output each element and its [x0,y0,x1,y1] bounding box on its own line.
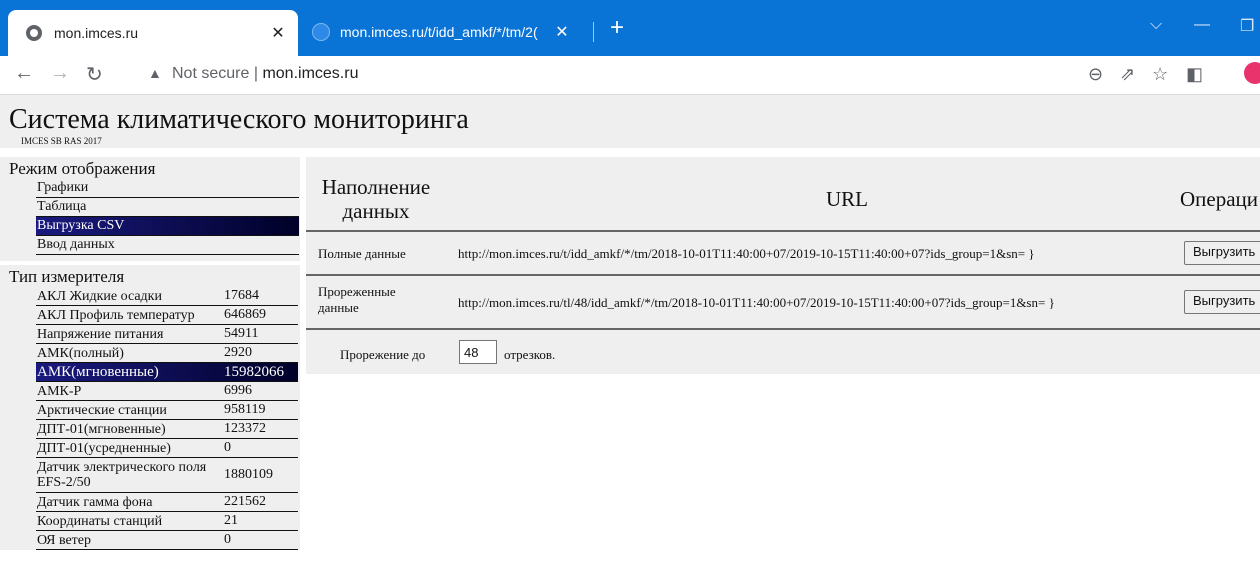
meter-name: Координаты станций [37,513,163,529]
row-url[interactable]: http://mon.imces.ru/tl/48/idd_amkf/*/tm/… [458,295,1055,311]
tab-separator [593,22,594,42]
chevron-down-icon[interactable]: ⌵ [1150,16,1162,34]
tab-title: mon.imces.ru/t/idd_amkf/*/tm/2( [340,24,538,40]
display-mode-block: Режим отображения Графики Таблица Выгруз… [0,157,300,261]
mode-item-table[interactable]: Таблица [36,198,299,217]
forward-icon[interactable]: → [50,62,70,85]
list-item-selected[interactable]: АМК(мгновенные) 15982066 [36,363,298,382]
export-thinned-button[interactable]: Выгрузить [1184,290,1260,314]
meter-name: Арктические станции [37,402,167,418]
list-item[interactable]: Датчик электрического поля EFS-2/50 18801… [36,458,298,493]
table-row: Полные данные http://mon.imces.ru/t/idd_… [306,232,1260,276]
mode-item-charts[interactable]: Графики [36,179,299,198]
meter-count: 21 [224,513,238,528]
table-header: Наполнение данных URL Операци [306,157,1260,232]
tab-active[interactable]: mon.imces.ru ✕ [8,10,298,56]
meter-count: 15982066 [224,363,284,380]
star-icon[interactable]: ☆ [1152,64,1168,85]
list-item[interactable]: Датчик гамма фона 221562 [36,493,298,512]
zoom-icon[interactable]: ⊖ [1088,64,1103,85]
list-item[interactable]: Арктические станции 958119 [36,401,298,420]
meter-name: ДПТ-01(мгновенные) [37,421,166,437]
meter-count: 646869 [224,307,266,322]
list-item[interactable]: АКЛ Жидкие осадки 17684 [36,287,298,306]
meter-type-list: АКЛ Жидкие осадки 17684 АКЛ Профиль темпе… [0,287,300,550]
meter-name: Датчик гамма фона [37,494,153,510]
meter-count: 0 [224,440,231,455]
list-item[interactable]: Координаты станций 21 [36,512,298,531]
table-row: Прореженные данные http://mon.imces.ru/t… [306,276,1260,330]
meter-count: 54911 [224,326,259,341]
export-table: Наполнение данных URL Операци Полные дан… [306,157,1260,374]
meter-type-block: Тип измерителя АКЛ Жидкие осадки 17684 АК… [0,265,300,550]
address-bar: ← → ↻ ▲ Not secure | mon.imces.ru ⊖ ⇗ ☆ … [0,56,1260,95]
thinning-suffix: отрезков. [504,347,556,362]
meter-name: Напряжение питания [37,326,164,342]
minimize-icon[interactable]: — [1194,16,1210,34]
meter-count: 123372 [224,421,266,436]
list-item[interactable]: АКЛ Профиль температур 646869 [36,306,298,325]
avatar[interactable] [1244,62,1260,84]
meter-name: АКЛ Профиль температур [37,307,195,323]
meter-name: Датчик электрического поля EFS-2/50 [37,460,207,490]
security-label: Not secure [172,65,250,82]
close-icon[interactable]: ✕ [550,22,574,42]
meter-count: 6996 [224,383,252,398]
tab-title: mon.imces.ru [54,25,139,41]
meter-name: АМК(мгновенные) [37,363,159,380]
share-icon[interactable]: ⇗ [1120,64,1135,85]
meter-name: АМК(полный) [37,345,124,361]
column-header-operations: Операци [1180,187,1259,211]
meter-count: 958119 [224,402,266,417]
tab-inactive[interactable]: mon.imces.ru/t/idd_amkf/*/tm/2( ✕ [312,18,582,46]
column-header-fill: Наполнение данных [321,175,431,223]
meter-count: 2920 [224,345,252,360]
thinning-input[interactable]: 48 [459,340,497,364]
new-tab-icon[interactable]: + [610,16,624,40]
url-host: mon.imces.ru [262,65,359,82]
thinning-row: Прорежение до 48 отрезков. [306,330,1260,374]
meter-name: АКЛ Жидкие осадки [37,288,162,304]
url-field[interactable]: Not secure | mon.imces.ru [172,65,358,83]
row-url[interactable]: http://mon.imces.ru/t/idd_amkf/*/tm/2018… [458,246,1035,262]
list-item[interactable]: ОЯ ветер 0 [36,531,298,550]
export-full-button[interactable]: Выгрузить [1184,241,1260,265]
mode-item-csv-export[interactable]: Выгрузка CSV [36,217,299,236]
page-subtitle: IMCES SB RAS 2017 [21,136,102,146]
back-icon[interactable]: ← [14,62,34,85]
column-header-url: URL [826,187,868,211]
row-label: Полные данные [318,246,406,261]
list-item[interactable]: АМК(полный) 2920 [36,344,298,363]
meter-count: 221562 [224,494,266,509]
row-label: Прореженные данные [318,284,396,315]
tab-bar: mon.imces.ru ✕ mon.imces.ru/t/idd_amkf/*… [0,0,1260,56]
list-item[interactable]: АМК-Р 6996 [36,382,298,401]
list-item[interactable]: ДПТ-01(усредненные) 0 [36,439,298,458]
list-item[interactable]: Напряжение питания 54911 [36,325,298,344]
display-mode-heading: Режим отображения [9,159,156,178]
meter-name: ДПТ-01(усредненные) [37,440,171,456]
page-title: Система климатического мониторинга [9,104,469,135]
warning-icon[interactable]: ▲ [148,65,162,81]
globe-icon [26,25,42,41]
sidebar: Режим отображения Графики Таблица Выгруз… [0,157,300,550]
reload-icon[interactable]: ↻ [86,62,103,87]
list-item[interactable]: ДПТ-01(мгновенные) 123372 [36,420,298,439]
thinning-label: Прорежение до [340,347,426,362]
meter-name: ОЯ ветер [37,532,92,548]
close-icon[interactable]: ✕ [266,23,290,43]
meter-name: АМК-Р [37,383,82,399]
meter-type-heading: Тип измерителя [9,267,125,286]
globe-icon [312,23,330,41]
meter-count: 0 [224,532,231,547]
restore-icon[interactable]: ❐ [1240,16,1254,36]
meter-count: 1880109 [224,467,273,482]
sidebar-panel-icon[interactable]: ◧ [1186,64,1203,85]
display-mode-list: Графики Таблица Выгрузка CSV Ввод данных [0,179,300,261]
meter-count: 17684 [224,288,259,303]
mode-item-data-entry[interactable]: Ввод данных [36,236,299,255]
